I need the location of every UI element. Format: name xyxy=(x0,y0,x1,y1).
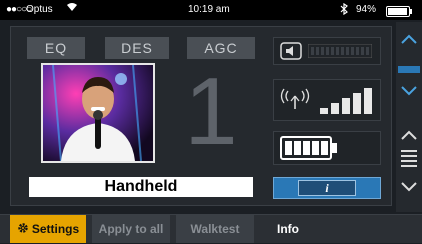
audio-meter-segments xyxy=(308,44,372,58)
rf-signal-bar xyxy=(364,88,372,114)
settings-tab-label: Settings xyxy=(31,222,80,236)
scroll-position-indicator[interactable] xyxy=(398,66,420,73)
wifi-icon xyxy=(66,2,78,15)
audio-meter-segment xyxy=(321,47,324,55)
audio-meter-segment xyxy=(316,47,319,55)
rf-signal-meter[interactable] xyxy=(273,79,381,121)
audio-meter-segment xyxy=(341,47,344,55)
transmitter-battery[interactable] xyxy=(273,131,381,165)
settings-tab[interactable]: Settings xyxy=(10,215,86,243)
antenna-icon xyxy=(280,88,310,115)
hamburger-menu-icon[interactable] xyxy=(401,150,417,170)
status-bar: ●●○○○ Optus 10:19 am 94% xyxy=(0,0,422,20)
battery-segment xyxy=(303,141,310,155)
audio-meter-segment xyxy=(361,47,364,55)
tab-agc[interactable]: AGC xyxy=(187,37,255,59)
audio-meter-segment xyxy=(326,47,329,55)
rf-signal-bar xyxy=(353,93,361,114)
battery-segment xyxy=(294,141,301,155)
audio-meter-segment xyxy=(331,47,334,55)
chevron-down-icon[interactable] xyxy=(400,84,418,102)
menu-up-icon[interactable] xyxy=(400,128,418,146)
tab-eq[interactable]: EQ xyxy=(27,37,85,59)
gear-icon xyxy=(17,216,29,244)
audio-meter-segment xyxy=(336,47,339,55)
audio-meter[interactable] xyxy=(273,37,381,65)
bluetooth-icon xyxy=(340,2,348,18)
audio-meter-segment xyxy=(311,47,314,55)
carrier-name: Optus xyxy=(26,4,53,15)
channel-number: 1 xyxy=(184,58,238,165)
audio-meter-segment xyxy=(351,47,354,55)
right-nav xyxy=(396,22,422,212)
info-icon: i xyxy=(298,180,356,196)
battery-segment xyxy=(312,141,319,155)
bottom-tab-bar: Settings Apply to all Walktest Info xyxy=(0,214,422,243)
audio-meter-segment xyxy=(366,47,369,55)
rf-signal-bar xyxy=(320,108,328,114)
audio-meter-segment xyxy=(356,47,359,55)
battery-fill xyxy=(388,8,407,15)
audio-meter-segment xyxy=(346,47,349,55)
info-tab[interactable]: Info xyxy=(260,215,316,243)
rf-signal-bar xyxy=(331,103,339,114)
walktest-tab[interactable]: Walktest xyxy=(176,215,254,243)
apply-to-all-tab[interactable]: Apply to all xyxy=(92,215,170,243)
transmitter-battery-icon xyxy=(280,136,337,160)
battery-segment xyxy=(321,141,328,155)
info-button[interactable]: i xyxy=(273,177,381,199)
status-time: 10:19 am xyxy=(188,4,230,15)
performer-photo[interactable] xyxy=(41,63,155,163)
speaker-icon xyxy=(280,42,302,65)
battery-percent: 94% xyxy=(356,4,377,15)
battery-icon xyxy=(386,6,412,17)
battery-segment xyxy=(285,141,292,155)
menu-down-icon[interactable] xyxy=(400,180,418,198)
rf-signal-bar xyxy=(342,98,350,114)
chevron-up-icon[interactable] xyxy=(400,32,418,50)
rf-signal-bars xyxy=(320,88,372,114)
tab-des[interactable]: DES xyxy=(105,37,169,59)
device-name-field[interactable]: Handheld xyxy=(29,177,253,197)
channel-panel: EQ DES AGC 1 Handheld i xyxy=(10,26,392,206)
